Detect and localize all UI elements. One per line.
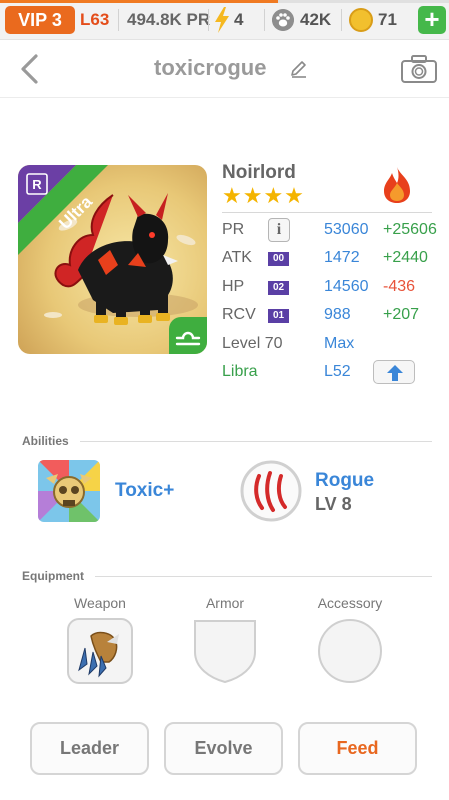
stat-value-pr: 53060	[324, 221, 369, 238]
divider	[341, 9, 342, 31]
stat-value-rcv: 988	[324, 306, 351, 323]
divider	[208, 9, 209, 31]
toxic-skull-icon[interactable]	[38, 460, 100, 522]
leader-button[interactable]: Leader	[30, 722, 149, 775]
coin-count: 71	[378, 10, 397, 29]
upgrade-button[interactable]	[373, 360, 415, 384]
stats-divider	[222, 212, 432, 213]
paw-count: 42K	[300, 10, 332, 29]
abilities-heading: Abilities	[22, 434, 69, 448]
camera-icon[interactable]	[400, 54, 438, 84]
xp-progress-fill	[0, 0, 279, 3]
arrow-up-icon	[387, 365, 403, 381]
divider	[118, 9, 119, 31]
ability-level-rogue: LV 8	[315, 494, 352, 514]
stat-value-hp: 14560	[324, 278, 369, 295]
pet-portrait[interactable]: R Ultra	[18, 165, 207, 354]
claw-marks-icon[interactable]	[240, 460, 302, 522]
fire-icon	[384, 167, 410, 203]
stat-tag-atk: 00	[268, 252, 289, 266]
abilities-divider	[80, 441, 432, 442]
equipment-divider	[95, 576, 432, 577]
stat-tag-rcv: 01	[268, 309, 289, 323]
stat-bonus-hp: -436	[383, 278, 416, 295]
ability-name-toxic[interactable]: Toxic+	[115, 480, 174, 502]
player-level: L63	[80, 10, 110, 29]
pet-species-name: Noirlord	[222, 162, 296, 183]
coin-icon	[349, 8, 373, 32]
level-value: Max	[324, 335, 355, 352]
star-rating: ★★★★	[222, 183, 305, 208]
stat-bonus-rcv: +207	[383, 306, 420, 323]
player-power: 494.8K PR	[127, 10, 211, 29]
shield-slot-icon[interactable]	[192, 618, 258, 684]
equipment-heading: Equipment	[22, 569, 84, 583]
ability-name-rogue[interactable]: Rogue	[315, 470, 374, 492]
status-bar: VIP 3 L63 494.8K PR 4 42K 71 +	[0, 0, 449, 40]
vip-badge[interactable]: VIP 3	[5, 6, 75, 34]
accessory-label: Accessory	[317, 595, 383, 611]
rarity-r-text: R	[32, 177, 42, 192]
claw-weapon-icon[interactable]	[67, 618, 133, 684]
lightning-icon	[215, 7, 229, 33]
pet-nickname: toxicrogue	[154, 55, 267, 80]
rarity-r-icon: R	[26, 173, 48, 195]
back-chevron-icon[interactable]	[16, 53, 46, 85]
evolve-button[interactable]: Evolve	[164, 722, 283, 775]
xp-progress-bar	[0, 0, 449, 3]
zodiac-label: Libra	[222, 363, 258, 380]
divider	[264, 9, 265, 31]
level-label: Level 70	[222, 335, 283, 352]
stat-tag-hp: 02	[268, 281, 289, 295]
weapon-label: Weapon	[74, 595, 126, 611]
energy-count: 4	[234, 10, 244, 29]
paw-icon	[272, 9, 294, 31]
zodiac-level: L52	[324, 363, 351, 380]
armor-label: Armor	[205, 595, 245, 611]
stat-bonus-atk: +2440	[383, 249, 428, 266]
info-button[interactable]: i	[268, 218, 290, 242]
feed-button[interactable]: Feed	[298, 722, 417, 775]
stat-value-atk: 1472	[324, 249, 360, 266]
libra-icon	[169, 317, 207, 354]
pencil-edit-icon[interactable]	[289, 59, 309, 79]
add-currency-button[interactable]: +	[418, 6, 446, 34]
stat-bonus-pr: +25606	[383, 221, 437, 238]
top-nav: toxicrogue	[0, 40, 449, 98]
circle-slot-icon[interactable]	[317, 618, 383, 684]
